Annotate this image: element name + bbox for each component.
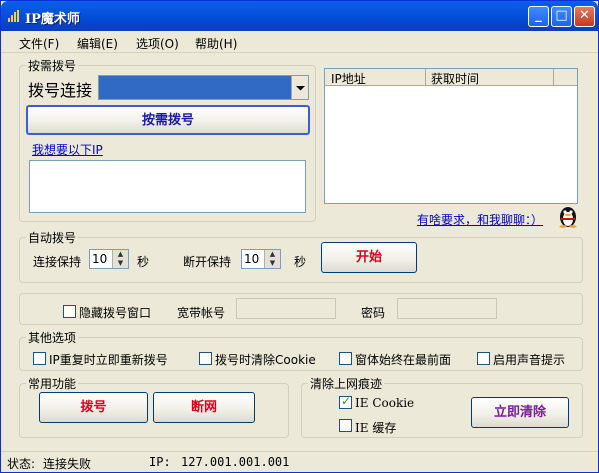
clear-cookie-label: 拨号时清除Cookie (215, 353, 316, 367)
menu-help[interactable]: 帮助(H) (195, 35, 237, 52)
always-on-top-checkbox[interactable] (339, 352, 352, 365)
table-header: IP地址 获取时间 (325, 69, 577, 86)
menu-file[interactable]: 文件(F) (19, 35, 59, 52)
sound-alert-checkbox[interactable] (477, 352, 490, 365)
window-title: IP魔术师 (25, 12, 80, 27)
menu-edit[interactable]: 编辑(E) (77, 35, 118, 52)
connect-unit: 秒 (137, 255, 150, 269)
sound-alert-label: 启用声音提示 (493, 353, 566, 367)
broadband-account-label: 宽带帐号 (177, 306, 226, 320)
column-get-time[interactable]: 获取时间 (431, 70, 479, 87)
want-ip-textbox[interactable] (29, 160, 306, 213)
auto-dial-group-title: 自动拨号 (26, 229, 79, 246)
status-value: 连接失败 (43, 457, 92, 471)
ip-repeat-redial-label: IP重复时立即重新拨号 (49, 353, 168, 367)
other-options-title: 其他选项 (26, 329, 79, 346)
on-demand-dial-button[interactable]: 按需拨号 (26, 105, 310, 135)
start-button[interactable]: 开始 (321, 242, 417, 273)
app-window: IP魔术师 _ □ ✕ 文件(F) 编辑(E) 选项(O) 帮助(H) 按需拨号… (0, 0, 599, 473)
ip-label: IP: (149, 455, 171, 469)
chat-link[interactable]: 有啥要求，和我聊聊：） (417, 211, 543, 228)
password-input[interactable] (397, 298, 497, 319)
ip-repeat-redial-checkbox[interactable] (33, 352, 46, 365)
always-on-top-label: 窗体始终在最前面 (355, 353, 452, 367)
status-label: 状态: (7, 457, 36, 471)
broadband-account-input[interactable] (236, 298, 336, 319)
minimize-button[interactable]: _ (528, 6, 549, 27)
qq-penguin-icon[interactable] (557, 204, 579, 228)
ie-cache-label: IE 缓存 (355, 421, 397, 435)
common-functions-title: 常用功能 (26, 375, 79, 392)
connect-keep-value: 10 (92, 252, 108, 266)
want-ip-link[interactable]: 我想要以下IP (32, 141, 103, 158)
connection-select[interactable] (98, 75, 309, 100)
connect-keep-spinner[interactable]: 10 ▲ ▼ (89, 249, 129, 269)
app-icon (8, 10, 19, 22)
dial-group-title: 按需拨号 (26, 57, 79, 74)
chevron-down-icon[interactable] (291, 76, 308, 99)
disconnect-keep-label: 断开保持 (183, 255, 232, 269)
disconnect-keep-spinner[interactable]: 10 ▲ ▼ (241, 249, 281, 269)
clear-traces-title: 清除上网痕迹 (308, 375, 385, 392)
status-bar: 状态: 连接失败 IP: 127.001.001.001 (1, 451, 598, 472)
dial-button[interactable]: 拨号 (39, 392, 148, 423)
maximize-button[interactable]: □ (551, 6, 572, 27)
ip-list-table[interactable]: IP地址 获取时间 (324, 68, 578, 204)
ip-value: 127.001.001.001 (181, 455, 290, 469)
disconnect-keep-value: 10 (244, 252, 260, 266)
menu-bar: 文件(F) 编辑(E) 选项(O) 帮助(H) (1, 31, 598, 53)
ie-cookie-label: IE Cookie (355, 396, 415, 410)
hide-window-label: 隐藏拨号窗口 (79, 306, 152, 320)
close-button[interactable]: ✕ (574, 6, 595, 27)
password-label: 密码 (361, 306, 386, 320)
hide-window-checkbox[interactable] (63, 305, 76, 318)
spinner-arrows-icon[interactable]: ▲ ▼ (264, 250, 280, 268)
connection-label: 拨号连接 (28, 81, 93, 100)
column-ip-address[interactable]: IP地址 (331, 70, 366, 87)
connect-keep-label: 连接保持 (33, 255, 82, 269)
clear-cookie-checkbox[interactable] (199, 352, 212, 365)
title-bar[interactable]: IP魔术师 _ □ ✕ (1, 1, 598, 31)
disconnect-unit: 秒 (294, 255, 307, 269)
menu-options[interactable]: 选项(O) (136, 35, 179, 52)
ie-cache-checkbox[interactable] (339, 419, 352, 432)
spinner-arrows-icon[interactable]: ▲ ▼ (112, 250, 128, 268)
disconnect-button[interactable]: 断网 (153, 392, 255, 423)
ie-cookie-checkbox[interactable]: ✓ (339, 394, 352, 409)
clear-now-button[interactable]: 立即清除 (471, 397, 569, 428)
